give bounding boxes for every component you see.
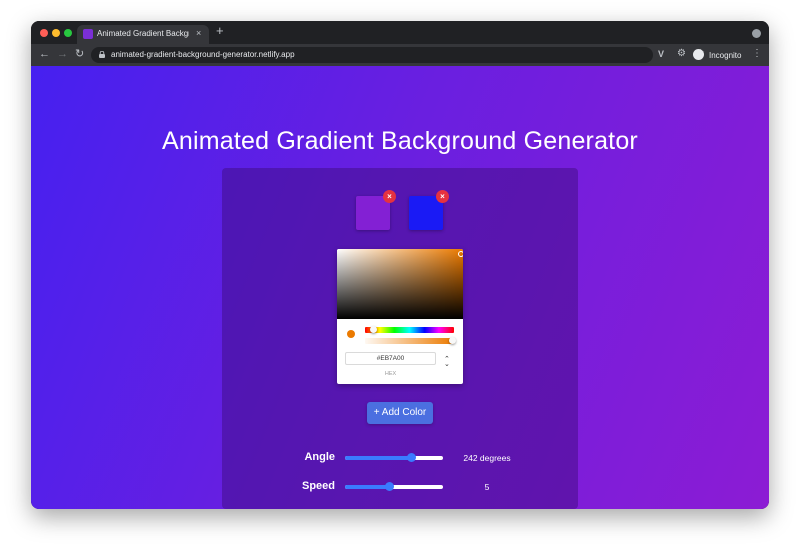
browser-toolbar: ← → ↻ animated-gradient-background-gener… bbox=[31, 44, 769, 66]
angle-label: Angle bbox=[304, 451, 335, 463]
extension-v-icon[interactable]: V bbox=[658, 49, 664, 59]
hex-label: HEX bbox=[384, 371, 397, 377]
remove-color-button[interactable]: × bbox=[436, 190, 449, 203]
generator-panel: × × HEX ⌃⌄ + Add Color Angle bbox=[222, 168, 578, 509]
browser-tab[interactable]: Animated Gradient Background Generator × bbox=[77, 25, 209, 44]
hex-input[interactable] bbox=[345, 352, 436, 365]
hue-slider[interactable] bbox=[365, 326, 454, 333]
page-content: Animated Gradient Background Generator ×… bbox=[31, 66, 769, 509]
color-preview bbox=[347, 330, 355, 338]
minimize-window-button[interactable] bbox=[52, 29, 60, 37]
angle-value: 242 degrees bbox=[463, 453, 511, 463]
close-window-button[interactable] bbox=[40, 29, 48, 37]
new-tab-button[interactable]: + bbox=[216, 24, 224, 38]
speed-slider-fill bbox=[345, 485, 390, 489]
add-color-button[interactable]: + Add Color bbox=[367, 402, 433, 424]
incognito-icon[interactable] bbox=[693, 49, 704, 60]
speed-slider[interactable] bbox=[345, 482, 443, 491]
browser-window: Animated Gradient Background Generator ×… bbox=[31, 21, 769, 509]
angle-slider-fill bbox=[345, 456, 411, 460]
angle-slider-thumb[interactable] bbox=[406, 453, 416, 462]
profile-icon[interactable] bbox=[752, 29, 761, 38]
puzzle-icon[interactable]: ⚙ bbox=[677, 48, 686, 59]
speed-value: 5 bbox=[484, 482, 490, 492]
tab-title: Animated Gradient Background Generator bbox=[97, 29, 189, 38]
remove-color-button[interactable]: × bbox=[383, 190, 396, 203]
color-picker: HEX ⌃⌄ bbox=[337, 249, 463, 384]
url-text: animated-gradient-background-generator.n… bbox=[111, 50, 295, 59]
speed-slider-thumb[interactable] bbox=[385, 482, 395, 491]
address-bar[interactable]: animated-gradient-background-generator.n… bbox=[91, 47, 705, 63]
back-arrow-icon[interactable]: ← bbox=[39, 47, 50, 61]
reload-icon[interactable]: ↻ bbox=[75, 47, 84, 61]
incognito-label: Incognito bbox=[709, 51, 742, 60]
hue-handle[interactable] bbox=[370, 326, 377, 333]
alpha-handle[interactable] bbox=[449, 337, 456, 344]
saturation-handle[interactable] bbox=[458, 251, 463, 257]
menu-dots-icon[interactable]: ⋮ bbox=[752, 49, 762, 59]
maximize-window-button[interactable] bbox=[64, 29, 72, 37]
favicon-icon bbox=[83, 29, 93, 39]
angle-slider[interactable] bbox=[345, 453, 443, 462]
tab-bar: Animated Gradient Background Generator ×… bbox=[31, 21, 769, 44]
lock-icon bbox=[99, 51, 105, 58]
saturation-area[interactable] bbox=[337, 249, 463, 319]
close-tab-icon[interactable]: × bbox=[196, 28, 201, 38]
speed-label: Speed bbox=[301, 480, 335, 492]
alpha-slider[interactable] bbox=[365, 337, 456, 344]
forward-arrow-icon[interactable]: → bbox=[57, 47, 68, 61]
page-title: Animated Gradient Background Generator bbox=[162, 126, 638, 155]
format-toggle-icon[interactable]: ⌃ ⌄ bbox=[444, 356, 450, 368]
